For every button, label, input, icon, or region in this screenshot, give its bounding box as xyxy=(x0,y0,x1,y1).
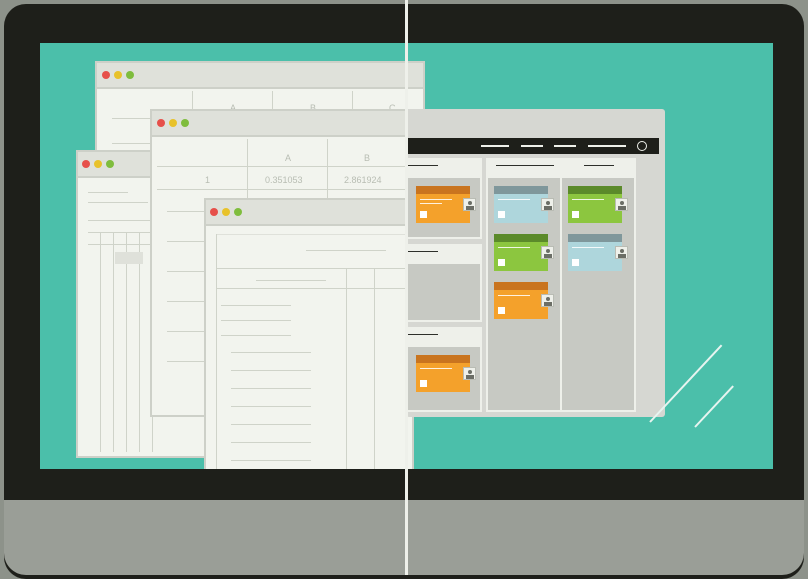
task-card[interactable] xyxy=(416,186,470,223)
avatar-icon xyxy=(541,246,554,259)
avatar-icon xyxy=(541,294,554,307)
split-divider xyxy=(405,0,408,575)
selected-cell xyxy=(115,252,143,264)
card-checkbox-icon xyxy=(498,211,505,218)
close-dot-icon[interactable] xyxy=(82,160,90,168)
window-titlebar xyxy=(152,111,408,137)
card-checkbox-icon xyxy=(420,211,427,218)
monitor-chin xyxy=(4,500,804,575)
task-card[interactable] xyxy=(568,186,622,223)
maximize-dot-icon[interactable] xyxy=(126,71,134,79)
task-card[interactable] xyxy=(568,234,622,271)
card-checkbox-icon xyxy=(572,259,579,266)
column-header-b: B xyxy=(364,153,371,163)
maximize-dot-icon[interactable] xyxy=(181,119,189,127)
window-titlebar xyxy=(206,200,412,226)
minimize-dot-icon[interactable] xyxy=(169,119,177,127)
kanban-column-3 xyxy=(560,158,636,412)
avatar-icon xyxy=(541,198,554,211)
task-card[interactable] xyxy=(494,234,548,271)
maximize-dot-icon[interactable] xyxy=(106,160,114,168)
task-card[interactable] xyxy=(494,282,548,319)
cell-b1[interactable]: 2.861924 xyxy=(344,175,382,185)
user-circle-icon[interactable] xyxy=(637,141,647,151)
row-index: 1 xyxy=(205,175,211,185)
task-card[interactable] xyxy=(494,186,548,223)
avatar-icon xyxy=(463,198,476,211)
kanban-list-2 xyxy=(406,244,482,322)
kanban-toolbar xyxy=(406,138,659,154)
avatar-icon xyxy=(463,367,476,380)
minimize-dot-icon[interactable] xyxy=(222,208,230,216)
card-checkbox-icon xyxy=(498,259,505,266)
close-dot-icon[interactable] xyxy=(210,208,218,216)
screen-glare xyxy=(694,385,734,428)
document-window-front xyxy=(204,198,416,469)
card-checkbox-icon xyxy=(420,380,427,387)
minimize-dot-icon[interactable] xyxy=(94,160,102,168)
kanban-list-3 xyxy=(406,327,482,412)
card-checkbox-icon xyxy=(498,307,505,314)
kanban-list-1 xyxy=(406,158,482,239)
kanban-board-window xyxy=(406,109,665,417)
maximize-dot-icon[interactable] xyxy=(234,208,242,216)
card-checkbox-icon xyxy=(572,211,579,218)
window-titlebar xyxy=(97,63,423,89)
task-card[interactable] xyxy=(416,355,470,392)
minimize-dot-icon[interactable] xyxy=(114,71,122,79)
avatar-icon xyxy=(615,246,628,259)
column-header-a: A xyxy=(285,153,292,163)
close-dot-icon[interactable] xyxy=(102,71,110,79)
kanban-column-2 xyxy=(486,158,562,412)
cell-a1[interactable]: 0.351053 xyxy=(265,175,303,185)
avatar-icon xyxy=(615,198,628,211)
close-dot-icon[interactable] xyxy=(157,119,165,127)
